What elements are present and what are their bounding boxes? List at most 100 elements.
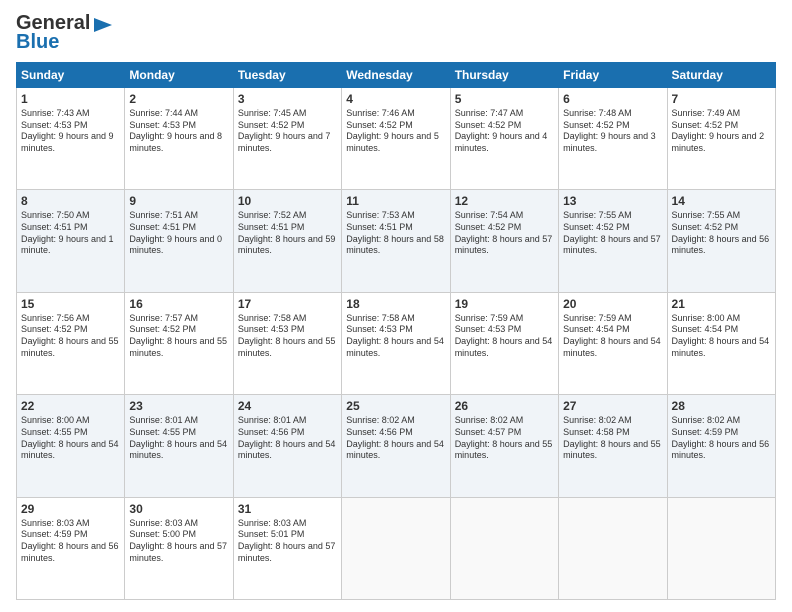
day-number: 3 (238, 92, 337, 106)
cell-details: Sunrise: 8:02 AMSunset: 4:58 PMDaylight:… (563, 415, 661, 460)
day-number: 13 (563, 194, 662, 208)
cell-details: Sunrise: 7:55 AMSunset: 4:52 PMDaylight:… (672, 210, 770, 255)
day-number: 15 (21, 297, 120, 311)
calendar-cell (450, 497, 558, 599)
calendar-cell: 14 Sunrise: 7:55 AMSunset: 4:52 PMDayligh… (667, 190, 775, 292)
day-number: 6 (563, 92, 662, 106)
page: General Blue SundayMondayTuesdayWednesda… (0, 0, 792, 612)
calendar-cell: 24Sunrise: 8:01 AMSunset: 4:56 PMDayligh… (233, 395, 341, 497)
weekday-header-wednesday: Wednesday (342, 63, 450, 88)
calendar-cell: 27 Sunrise: 8:02 AMSunset: 4:58 PMDayligh… (559, 395, 667, 497)
day-number: 23 (129, 399, 228, 413)
cell-details: Sunrise: 7:56 AMSunset: 4:52 PMDaylight:… (21, 313, 119, 358)
day-number: 14 (672, 194, 771, 208)
day-number: 30 (129, 502, 228, 516)
calendar-table: SundayMondayTuesdayWednesdayThursdayFrid… (16, 62, 776, 600)
cell-details: Sunrise: 7:45 AMSunset: 4:52 PMDaylight:… (238, 108, 331, 153)
day-number: 31 (238, 502, 337, 516)
calendar-cell: 13 Sunrise: 7:55 AMSunset: 4:52 PMDayligh… (559, 190, 667, 292)
day-number: 18 (346, 297, 445, 311)
cell-details: Sunrise: 7:43 AMSunset: 4:53 PMDaylight:… (21, 108, 114, 153)
header: General Blue (16, 12, 776, 54)
cell-details: Sunrise: 8:02 AMSunset: 4:57 PMDaylight:… (455, 415, 553, 460)
day-number: 24 (238, 399, 337, 413)
calendar-week-4: 22 Sunrise: 8:00 AMSunset: 4:55 PMDayligh… (17, 395, 776, 497)
calendar-cell (667, 497, 775, 599)
cell-details: Sunrise: 7:58 AMSunset: 4:53 PMDaylight:… (238, 313, 336, 358)
calendar-cell: 3 Sunrise: 7:45 AMSunset: 4:52 PMDaylight… (233, 88, 341, 190)
logo-blue: Blue (16, 31, 59, 54)
calendar-cell: 11 Sunrise: 7:53 AMSunset: 4:51 PMDayligh… (342, 190, 450, 292)
cell-details: Sunrise: 8:00 AMSunset: 4:54 PMDaylight:… (672, 313, 770, 358)
cell-details: Sunrise: 8:01 AMSunset: 4:55 PMDaylight:… (129, 415, 227, 460)
day-number: 4 (346, 92, 445, 106)
cell-details: Sunrise: 8:00 AMSunset: 4:55 PMDaylight:… (21, 415, 119, 460)
calendar-cell: 17 Sunrise: 7:58 AMSunset: 4:53 PMDayligh… (233, 292, 341, 394)
calendar-cell: 19Sunrise: 7:59 AMSunset: 4:53 PMDayligh… (450, 292, 558, 394)
calendar-cell: 7 Sunrise: 7:49 AMSunset: 4:52 PMDaylight… (667, 88, 775, 190)
weekday-header-saturday: Saturday (667, 63, 775, 88)
cell-details: Sunrise: 8:03 AMSunset: 5:01 PMDaylight:… (238, 518, 336, 563)
cell-details: Sunrise: 7:52 AMSunset: 4:51 PMDaylight:… (238, 210, 336, 255)
day-number: 2 (129, 92, 228, 106)
day-number: 12 (455, 194, 554, 208)
calendar-header-row: SundayMondayTuesdayWednesdayThursdayFrid… (17, 63, 776, 88)
calendar-cell: 18 Sunrise: 7:58 AMSunset: 4:53 PMDayligh… (342, 292, 450, 394)
logo: General Blue (16, 12, 114, 54)
calendar-cell (342, 497, 450, 599)
cell-details: Sunrise: 8:02 AMSunset: 4:56 PMDaylight:… (346, 415, 444, 460)
cell-details: Sunrise: 7:57 AMSunset: 4:52 PMDaylight:… (129, 313, 227, 358)
calendar-cell: 1 Sunrise: 7:43 AMSunset: 4:53 PMDaylight… (17, 88, 125, 190)
day-number: 17 (238, 297, 337, 311)
day-number: 7 (672, 92, 771, 106)
calendar-cell: 4Sunrise: 7:46 AMSunset: 4:52 PMDaylight… (342, 88, 450, 190)
cell-details: Sunrise: 8:03 AMSunset: 4:59 PMDaylight:… (21, 518, 119, 563)
cell-details: Sunrise: 7:55 AMSunset: 4:52 PMDaylight:… (563, 210, 661, 255)
day-number: 25 (346, 399, 445, 413)
day-number: 1 (21, 92, 120, 106)
calendar-cell: 5 Sunrise: 7:47 AMSunset: 4:52 PMDaylight… (450, 88, 558, 190)
calendar-cell: 23 Sunrise: 8:01 AMSunset: 4:55 PMDayligh… (125, 395, 233, 497)
calendar-cell: 29 Sunrise: 8:03 AMSunset: 4:59 PMDayligh… (17, 497, 125, 599)
day-number: 27 (563, 399, 662, 413)
weekday-header-monday: Monday (125, 63, 233, 88)
cell-details: Sunrise: 8:02 AMSunset: 4:59 PMDaylight:… (672, 415, 770, 460)
cell-details: Sunrise: 7:59 AMSunset: 4:54 PMDaylight:… (563, 313, 661, 358)
weekday-header-tuesday: Tuesday (233, 63, 341, 88)
calendar-cell: 21 Sunrise: 8:00 AMSunset: 4:54 PMDayligh… (667, 292, 775, 394)
calendar-cell: 16Sunrise: 7:57 AMSunset: 4:52 PMDayligh… (125, 292, 233, 394)
calendar-cell (559, 497, 667, 599)
calendar-cell: 12 Sunrise: 7:54 AMSunset: 4:52 PMDayligh… (450, 190, 558, 292)
calendar-week-2: 8 Sunrise: 7:50 AMSunset: 4:51 PMDaylight… (17, 190, 776, 292)
day-number: 28 (672, 399, 771, 413)
calendar-cell: 8 Sunrise: 7:50 AMSunset: 4:51 PMDaylight… (17, 190, 125, 292)
weekday-header-sunday: Sunday (17, 63, 125, 88)
cell-details: Sunrise: 7:54 AMSunset: 4:52 PMDaylight:… (455, 210, 553, 255)
day-number: 11 (346, 194, 445, 208)
calendar-cell: 28 Sunrise: 8:02 AMSunset: 4:59 PMDayligh… (667, 395, 775, 497)
calendar-cell: 26Sunrise: 8:02 AMSunset: 4:57 PMDayligh… (450, 395, 558, 497)
logo-icon (92, 16, 114, 34)
calendar-week-5: 29 Sunrise: 8:03 AMSunset: 4:59 PMDayligh… (17, 497, 776, 599)
calendar-cell: 2Sunrise: 7:44 AMSunset: 4:53 PMDaylight… (125, 88, 233, 190)
cell-details: Sunrise: 7:58 AMSunset: 4:53 PMDaylight:… (346, 313, 444, 358)
day-number: 19 (455, 297, 554, 311)
calendar-cell: 30 Sunrise: 8:03 AMSunset: 5:00 PMDayligh… (125, 497, 233, 599)
calendar-week-3: 15 Sunrise: 7:56 AMSunset: 4:52 PMDayligh… (17, 292, 776, 394)
day-number: 29 (21, 502, 120, 516)
calendar-cell: 22 Sunrise: 8:00 AMSunset: 4:55 PMDayligh… (17, 395, 125, 497)
weekday-header-thursday: Thursday (450, 63, 558, 88)
day-number: 21 (672, 297, 771, 311)
cell-details: Sunrise: 7:50 AMSunset: 4:51 PMDaylight:… (21, 210, 114, 255)
day-number: 5 (455, 92, 554, 106)
calendar-week-1: 1 Sunrise: 7:43 AMSunset: 4:53 PMDaylight… (17, 88, 776, 190)
day-number: 8 (21, 194, 120, 208)
cell-details: Sunrise: 7:47 AMSunset: 4:52 PMDaylight:… (455, 108, 548, 153)
cell-details: Sunrise: 8:03 AMSunset: 5:00 PMDaylight:… (129, 518, 227, 563)
day-number: 10 (238, 194, 337, 208)
day-number: 20 (563, 297, 662, 311)
weekday-header-friday: Friday (559, 63, 667, 88)
day-number: 22 (21, 399, 120, 413)
cell-details: Sunrise: 7:49 AMSunset: 4:52 PMDaylight:… (672, 108, 765, 153)
cell-details: Sunrise: 7:53 AMSunset: 4:51 PMDaylight:… (346, 210, 444, 255)
